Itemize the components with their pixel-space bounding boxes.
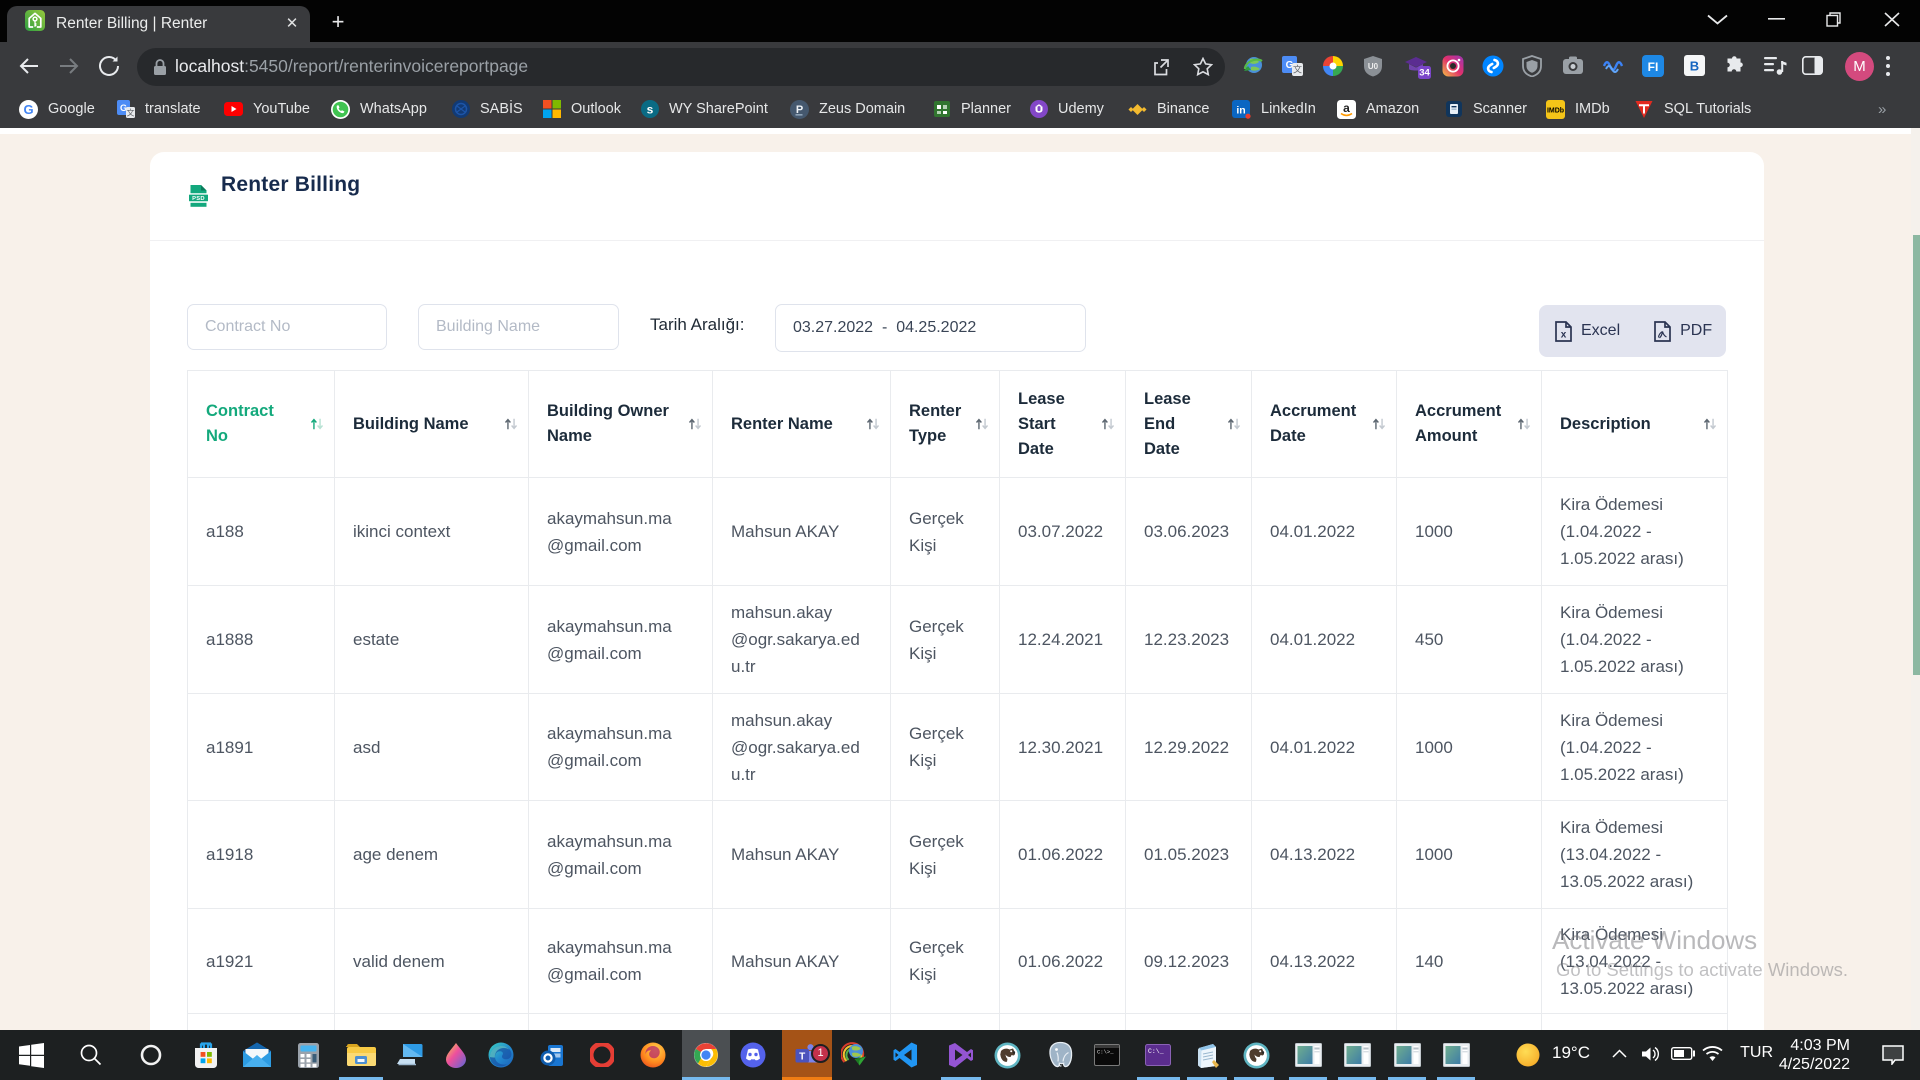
svg-text:PSD: PSD — [192, 196, 205, 202]
svg-text:FI: FI — [1648, 60, 1659, 74]
svg-text:P: P — [796, 103, 803, 115]
svg-text:in: in — [1236, 104, 1245, 116]
svg-text:34: 34 — [1419, 68, 1430, 79]
svg-text:a: a — [1343, 101, 1350, 115]
svg-text:C:\>_: C:\>_ — [1097, 1049, 1114, 1056]
svg-text:文: 文 — [1293, 64, 1302, 75]
svg-text:C:\_: C:\_ — [1148, 1048, 1164, 1055]
svg-text:B: B — [1690, 59, 1699, 74]
svg-text:T: T — [799, 1051, 805, 1062]
svg-text:s: s — [647, 103, 654, 117]
svg-text:文: 文 — [127, 108, 135, 118]
svg-text:G: G — [23, 102, 33, 117]
svg-text:IMDb: IMDb — [1547, 107, 1564, 114]
svg-text:x: x — [1561, 329, 1567, 340]
svg-text:U0: U0 — [1368, 62, 1379, 71]
